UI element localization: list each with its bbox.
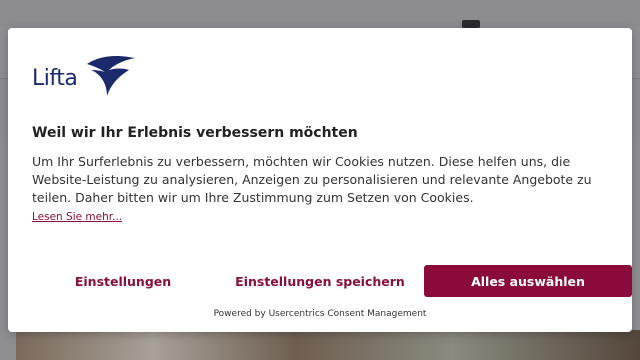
- lifta-logo: Lifta: [32, 50, 137, 98]
- consent-description: Um Ihr Surferlebnis zu verbessern, möcht…: [32, 154, 592, 205]
- read-more-link[interactable]: Lesen Sie mehr...: [32, 211, 122, 223]
- cookie-consent-dialog: Lifta Weil wir Ihr Erlebnis verbessern m…: [8, 28, 632, 332]
- settings-button[interactable]: Einstellungen: [19, 265, 227, 297]
- save-settings-button[interactable]: Einstellungen speichern: [216, 265, 424, 297]
- background-header-element: [462, 20, 480, 28]
- powered-by-text: Powered by Usercentrics Consent Manageme…: [213, 309, 427, 319]
- accept-all-button[interactable]: Alles auswählen: [424, 265, 632, 297]
- consent-title: Weil wir Ihr Erlebnis verbessern möchten: [32, 125, 358, 141]
- logo-wordmark: Lifta: [32, 65, 78, 91]
- background-hero-image: [16, 330, 640, 360]
- background-topbar: [0, 0, 640, 26]
- swallow-logo-icon: [87, 56, 136, 96]
